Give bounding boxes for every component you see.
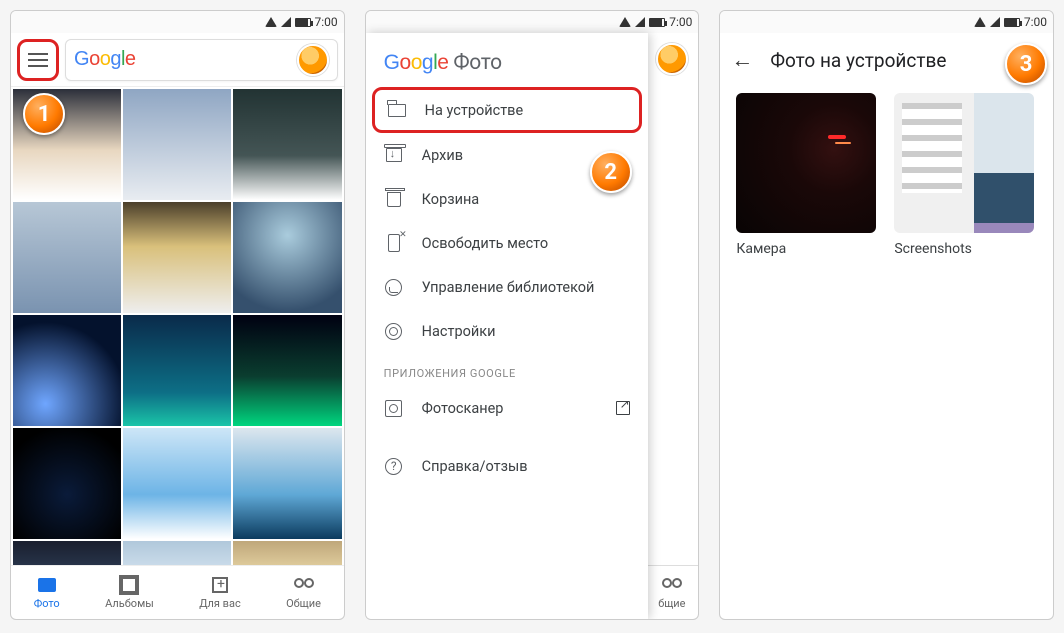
screenshot-2-drawer-open: 7:00 Google Фото На устройстве Архив Кор… — [365, 10, 700, 620]
drawer-section-header: ПРИЛОЖЕНИЯ GOOGLE — [366, 353, 648, 386]
drawer-item-label: Справка/отзыв — [422, 458, 528, 475]
drawer-title: Google Фото — [366, 45, 648, 87]
album-thumbnail — [894, 93, 1034, 233]
battery-icon — [1004, 18, 1020, 27]
library-icon — [385, 279, 402, 296]
shared-icon — [662, 578, 682, 592]
menu-button[interactable] — [17, 39, 59, 81]
cell-icon — [635, 17, 645, 27]
nav-label: Фото — [34, 597, 60, 610]
hamburger-icon — [28, 53, 48, 67]
status-bar: 7:00 — [11, 11, 344, 33]
album-label: Камера — [736, 241, 876, 257]
photo-thumb[interactable] — [123, 428, 231, 539]
drawer-item-settings[interactable]: Настройки — [366, 309, 648, 353]
wifi-icon — [974, 17, 986, 27]
photo-thumb[interactable] — [13, 541, 121, 565]
archive-icon — [386, 148, 402, 162]
cell-icon — [281, 17, 291, 27]
screenshot-3-device-photos: 7:00 ← Фото на устройстве Камера Screens… — [719, 10, 1054, 620]
drawer-item-label: Фотосканер — [422, 400, 504, 417]
background-nav-fragment: бщие — [645, 565, 698, 619]
callout-step-1: 1 — [23, 93, 65, 135]
status-bar: 7:00 — [366, 11, 699, 33]
album-label: Screenshots — [894, 241, 1034, 257]
clock: 7:00 — [315, 15, 338, 29]
photo-thumb[interactable] — [233, 315, 341, 426]
external-link-icon — [616, 401, 630, 415]
google-logo: Google — [74, 48, 136, 71]
clock: 7:00 — [669, 15, 692, 29]
photo-thumb[interactable] — [123, 202, 231, 313]
photo-thumb[interactable] — [123, 89, 231, 200]
back-button[interactable]: ← — [730, 48, 754, 72]
nav-label: Альбомы — [105, 597, 154, 610]
nav-label: Общие — [286, 597, 321, 610]
battery-icon — [649, 18, 665, 27]
drawer-item-label: На устройстве — [425, 102, 523, 119]
drawer-item-label: Настройки — [422, 323, 496, 340]
photo-thumb[interactable] — [123, 541, 231, 565]
navigation-drawer: Google Фото На устройстве Архив Корзина … — [366, 33, 648, 619]
screen-header: ← Фото на устройстве — [720, 33, 1053, 87]
photo-thumb[interactable] — [13, 315, 121, 426]
account-avatar — [656, 43, 688, 75]
foryou-icon — [212, 577, 228, 593]
album-screenshots[interactable]: Screenshots — [894, 93, 1034, 257]
scanner-icon — [385, 400, 402, 417]
background-content-right — [645, 33, 698, 565]
photo-grid[interactable] — [11, 87, 344, 565]
status-bar: 7:00 — [720, 11, 1053, 33]
folder-icon — [388, 104, 406, 117]
drawer-item-label: Освободить место — [422, 235, 548, 252]
free-space-icon — [388, 234, 400, 252]
shared-icon — [294, 578, 314, 592]
photo-thumb[interactable] — [233, 428, 341, 539]
cell-icon — [990, 17, 1000, 27]
photo-icon — [38, 578, 56, 592]
bottom-nav: Фото Альбомы Для вас Общие — [11, 565, 344, 619]
drawer-item-on-device[interactable]: На устройстве — [372, 87, 642, 133]
drawer-item-label: Архив — [422, 147, 463, 164]
drawer-item-label: Корзина — [422, 191, 480, 208]
album-thumbnail — [736, 93, 876, 233]
screenshot-1-photos-grid: 7:00 Google 1 Фото Альбо — [10, 10, 345, 620]
battery-icon — [295, 18, 311, 27]
callout-step-3: 3 — [1005, 43, 1047, 85]
nav-albums[interactable]: Альбомы — [105, 575, 154, 610]
albums-icon — [121, 577, 137, 593]
drawer-item-help-feedback[interactable]: ? Справка/отзыв — [366, 444, 648, 488]
photo-thumb[interactable] — [233, 89, 341, 200]
nav-for-you[interactable]: Для вас — [199, 575, 241, 610]
drawer-item-photoscanner[interactable]: Фотосканер — [366, 386, 648, 430]
top-search-bar: Google — [11, 33, 344, 87]
drawer-item-label: Управление библиотекой — [422, 279, 595, 296]
photo-thumb[interactable] — [233, 541, 341, 565]
photo-thumb[interactable] — [13, 428, 121, 539]
drawer-item-manage-library[interactable]: Управление библиотекой — [366, 265, 648, 309]
callout-step-2: 2 — [590, 151, 632, 193]
nav-shared[interactable]: Общие — [286, 575, 321, 610]
device-albums-row: Камера Screenshots — [720, 87, 1053, 263]
clock: 7:00 — [1024, 15, 1047, 29]
photo-thumb[interactable] — [233, 202, 341, 313]
account-avatar[interactable] — [297, 44, 329, 76]
screen-title: Фото на устройстве — [770, 49, 946, 72]
gear-icon — [385, 323, 402, 340]
photo-thumb[interactable] — [13, 202, 121, 313]
help-icon: ? — [385, 458, 402, 475]
drawer-item-free-up-space[interactable]: Освободить место — [366, 221, 648, 265]
photo-thumb[interactable] — [123, 315, 231, 426]
wifi-icon — [265, 17, 277, 27]
nav-label: Для вас — [199, 597, 241, 610]
wifi-icon — [619, 17, 631, 27]
nav-photos[interactable]: Фото — [34, 575, 60, 610]
trash-icon — [387, 192, 401, 207]
search-box[interactable]: Google — [65, 39, 338, 81]
album-camera[interactable]: Камера — [736, 93, 876, 257]
